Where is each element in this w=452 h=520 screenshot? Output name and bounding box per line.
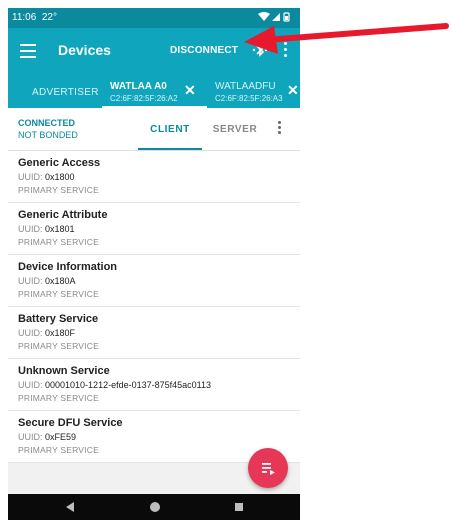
- tab-client-label: CLIENT: [150, 124, 190, 135]
- service-list: Generic Access UUID: 0x1800 PRIMARY SERV…: [8, 151, 300, 463]
- list-item[interactable]: Battery Service UUID: 0x180F PRIMARY SER…: [8, 307, 300, 359]
- tab-device-mac: C2:6F:82:5F:26:A3: [215, 94, 283, 103]
- back-icon[interactable]: [65, 502, 75, 512]
- tab-device-name: WATLAADFU: [215, 81, 276, 92]
- wifi-signal-battery-icon: [258, 12, 290, 22]
- service-type: PRIMARY SERVICE: [18, 445, 99, 455]
- service-name: Battery Service: [18, 313, 99, 325]
- menu-icon[interactable]: [20, 44, 36, 58]
- service-type: PRIMARY SERVICE: [18, 341, 99, 351]
- tab-advertiser-label: ADVERTISER: [32, 87, 99, 98]
- disconnect-button[interactable]: DISCONNECT: [170, 45, 238, 56]
- service-uuid: UUID: 00001010-1212-efde-0137-875f45ac01…: [18, 380, 211, 390]
- list-item[interactable]: Device Information UUID: 0x180A PRIMARY …: [8, 255, 300, 307]
- service-name: Secure DFU Service: [18, 417, 123, 429]
- service-uuid: UUID: 0x180F: [18, 328, 76, 338]
- log-fab-button[interactable]: [248, 448, 288, 488]
- status-time: 11:06: [12, 12, 37, 23]
- home-icon[interactable]: [150, 502, 160, 512]
- close-icon[interactable]: ✕: [184, 82, 196, 99]
- service-type: PRIMARY SERVICE: [18, 185, 99, 195]
- tab-device-name: WATLAA A0: [110, 81, 167, 92]
- list-item[interactable]: Unknown Service UUID: 00001010-1212-efde…: [8, 359, 300, 411]
- more-options-icon[interactable]: [278, 121, 282, 136]
- android-nav-bar: [8, 494, 300, 520]
- service-type: PRIMARY SERVICE: [18, 289, 99, 299]
- tab-device-watlaadfu[interactable]: WATLAADFU C2:6F:82:5F:26:A3 ✕: [207, 76, 300, 108]
- service-uuid: UUID: 0x1801: [18, 224, 75, 234]
- status-temperature: 22°: [41, 12, 57, 23]
- tab-server[interactable]: SERVER: [204, 108, 266, 150]
- overflow-menu-icon[interactable]: [284, 42, 288, 60]
- list-item[interactable]: Generic Access UUID: 0x1800 PRIMARY SERV…: [8, 151, 300, 203]
- status-icons: [256, 11, 292, 26]
- service-type: PRIMARY SERVICE: [18, 393, 99, 403]
- service-name: Unknown Service: [18, 365, 110, 377]
- service-uuid: UUID: 0xFE59: [18, 432, 77, 442]
- service-uuid: UUID: 0x180A: [18, 276, 76, 286]
- device-tabs: ADVERTISER WATLAA A0 C2:6F:82:5F:26:A2 ✕…: [8, 76, 300, 108]
- tab-server-label: SERVER: [212, 124, 258, 135]
- close-icon[interactable]: ✕: [287, 82, 299, 99]
- log-list-icon: [262, 463, 275, 475]
- app-bar: Devices DISCONNECT: [8, 28, 300, 76]
- bluetooth-connected-icon[interactable]: [251, 41, 269, 59]
- connection-state: CONNECTED: [18, 118, 76, 128]
- service-type: PRIMARY SERVICE: [18, 237, 99, 247]
- bond-state: NOT BONDED: [18, 130, 78, 140]
- tab-device-mac: C2:6F:82:5F:26:A2: [110, 94, 178, 103]
- connection-bar: CONNECTED NOT BONDED CLIENT SERVER: [8, 108, 300, 151]
- tab-device-watlaa-a0[interactable]: WATLAA A0 C2:6F:82:5F:26:A2 ✕: [102, 76, 207, 108]
- recent-apps-icon[interactable]: [235, 503, 243, 511]
- phone-screen: 11:06 22° Devices DISCONNECT ADVERTISER …: [8, 8, 300, 520]
- status-bar: 11:06 22°: [8, 8, 300, 28]
- tab-client[interactable]: CLIENT: [138, 108, 202, 150]
- service-uuid: UUID: 0x1800: [18, 172, 75, 182]
- service-name: Generic Attribute: [18, 209, 108, 221]
- service-name: Device Information: [18, 261, 118, 273]
- page-title: Devices: [58, 42, 111, 58]
- service-name: Generic Access: [18, 157, 101, 169]
- list-item[interactable]: Generic Attribute UUID: 0x1801 PRIMARY S…: [8, 203, 300, 255]
- tab-advertiser[interactable]: ADVERTISER: [8, 76, 102, 108]
